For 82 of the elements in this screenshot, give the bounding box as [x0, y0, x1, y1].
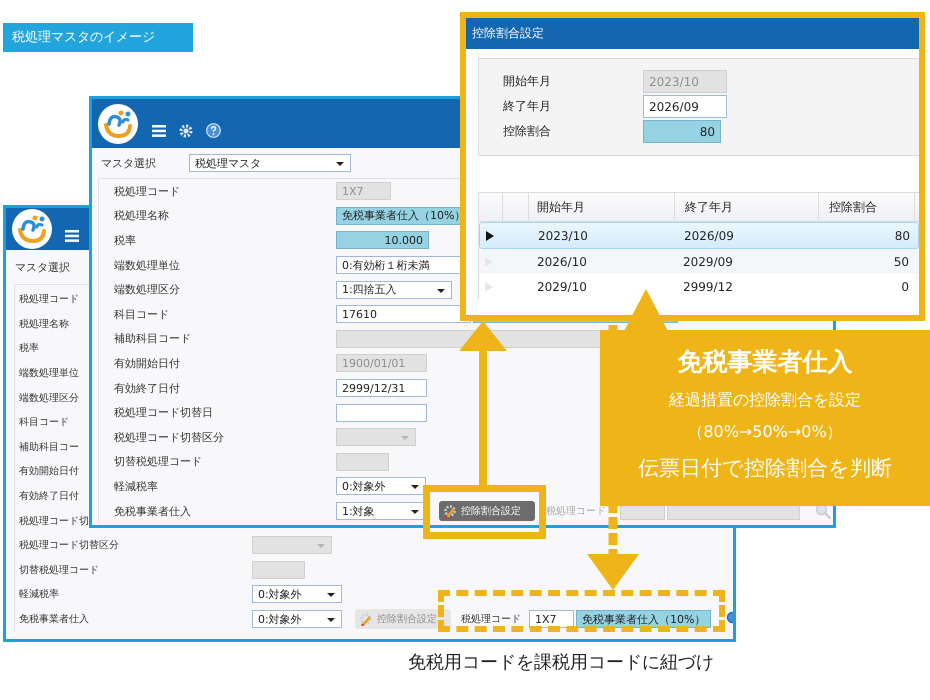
input-field[interactable]: 80 [643, 120, 721, 143]
gear-pencil-icon [444, 504, 457, 518]
field-label: 税処理コード [461, 612, 521, 626]
table-cell-text: 2026/09 [683, 228, 735, 242]
input-field[interactable]: 1X7 [529, 610, 574, 628]
logo-icon [11, 208, 53, 250]
field-label: 軽減税率 [18, 588, 60, 602]
field-label: 科目コード [113, 306, 170, 322]
menu-icon[interactable] [65, 230, 79, 242]
dropdown[interactable]: 0:対象外 [252, 610, 342, 628]
logo-icon [97, 102, 139, 144]
field-label: 端数処理区分 [113, 282, 181, 298]
field-label: 税処理コード [113, 184, 181, 199]
field-label: 開始年月 [503, 73, 552, 90]
field-label: 有効終了日付 [113, 380, 181, 396]
field-label: 有効終了日付 [18, 490, 80, 504]
settings-button[interactable]: 控除割合設定 [439, 501, 535, 522]
caption-text: 免税用コードを課税用コードに紐づけ [408, 651, 714, 674]
table-row[interactable]: 2023/10 2026/09 80 [479, 222, 919, 249]
field-label: 有効開始日付 [113, 356, 181, 371]
menu-icon[interactable] [152, 124, 166, 136]
dialog-title-bar: 控除割合設定 [466, 18, 919, 49]
column-header: 控除割合 [819, 193, 915, 221]
row-pointer-icon [486, 230, 494, 240]
field-label: 税処理名称 [18, 318, 70, 331]
field-label: マスタ選択 [15, 260, 70, 274]
callout-text: 伝票日付で控除割合を判断 [638, 455, 892, 482]
table-cell-text: 2029/10 [536, 280, 588, 294]
field-label: 税処理コード切 [18, 514, 90, 528]
field-label: マスタ選択 [101, 156, 157, 170]
row-pointer-icon [485, 282, 493, 292]
help-icon[interactable] [206, 123, 221, 138]
callout-title: 免税事業者仕入 [678, 346, 852, 378]
heading-label: 税処理マスタのイメージ [3, 23, 193, 52]
field-label: 税処理コード [546, 504, 606, 518]
input-field[interactable] [336, 404, 427, 422]
field-label: 終了年月 [503, 98, 552, 115]
field-label: 端数処理区分 [18, 392, 80, 405]
field-label: 税処理コード切替日 [113, 405, 214, 420]
table-cell-text: 2023/10 [537, 228, 589, 242]
callout-text: 経過措置の控除割合を設定 [669, 389, 861, 411]
field-label: 軽減税率 [113, 478, 159, 494]
input-field[interactable]: 2026/09 [643, 95, 727, 118]
column-header: 終了年月 [675, 193, 819, 221]
table-cell-text: 2026/10 [536, 254, 588, 268]
gear-pencil-icon [360, 612, 373, 626]
table-cell-text: 50 [892, 254, 910, 268]
input-field[interactable]: 2999/12/31 [336, 379, 427, 398]
field-label: 税処理コード [18, 292, 80, 306]
field-label: 税率 [113, 232, 137, 248]
field-label: 控除割合 [503, 123, 552, 140]
field-label: 切替税処理コード [113, 454, 203, 470]
table-cell-text: 2999/12 [682, 280, 734, 294]
table-cell-text: 80 [894, 228, 911, 242]
field-label: 免税事業者仕入 [113, 504, 192, 519]
field-label: 端数処理単位 [113, 258, 181, 273]
table-row[interactable]: 2029/10 2999/12 0 [479, 274, 919, 299]
dropdown[interactable]: 1:四捨五入 [336, 280, 452, 299]
field-label: 補助科目コー [18, 440, 80, 454]
dropdown[interactable]: 0:対象外 [252, 585, 342, 604]
column-header: 開始年月 [529, 193, 675, 221]
field-label: 切替税処理コード [18, 564, 100, 577]
field-label: 税処理コード切替区分 [113, 430, 225, 445]
input-field[interactable]: 17610 [336, 305, 471, 324]
dropdown[interactable]: 税処理マスタ [189, 154, 351, 172]
field-label: 税率 [18, 342, 40, 356]
field-label: 科目コード [18, 416, 70, 430]
dropdown[interactable]: 0:対象外 [336, 477, 426, 496]
field-label: 補助科目コード [113, 331, 192, 346]
table-row[interactable]: 2026/10 2029/09 50 [479, 249, 919, 274]
callout-text: （80%→50%→0%） [687, 421, 843, 443]
field-label: 有効開始日付 [18, 464, 80, 478]
dropdown[interactable]: 1:対象 [336, 502, 426, 520]
field-label: 税処理コード切替区分 [18, 538, 120, 552]
table-cell-text: 0 [900, 280, 910, 294]
field-label: 免税事業者仕入 [18, 612, 90, 626]
table-cell-text: 2029/09 [682, 254, 734, 268]
field-label: 端数処理単位 [18, 366, 80, 380]
input-field[interactable]: 10.000 [336, 231, 429, 250]
settings-icon[interactable] [179, 124, 193, 138]
field-label: 税処理名称 [113, 208, 170, 224]
input-field[interactable]: 免税事業者仕入（10%） [576, 610, 711, 628]
